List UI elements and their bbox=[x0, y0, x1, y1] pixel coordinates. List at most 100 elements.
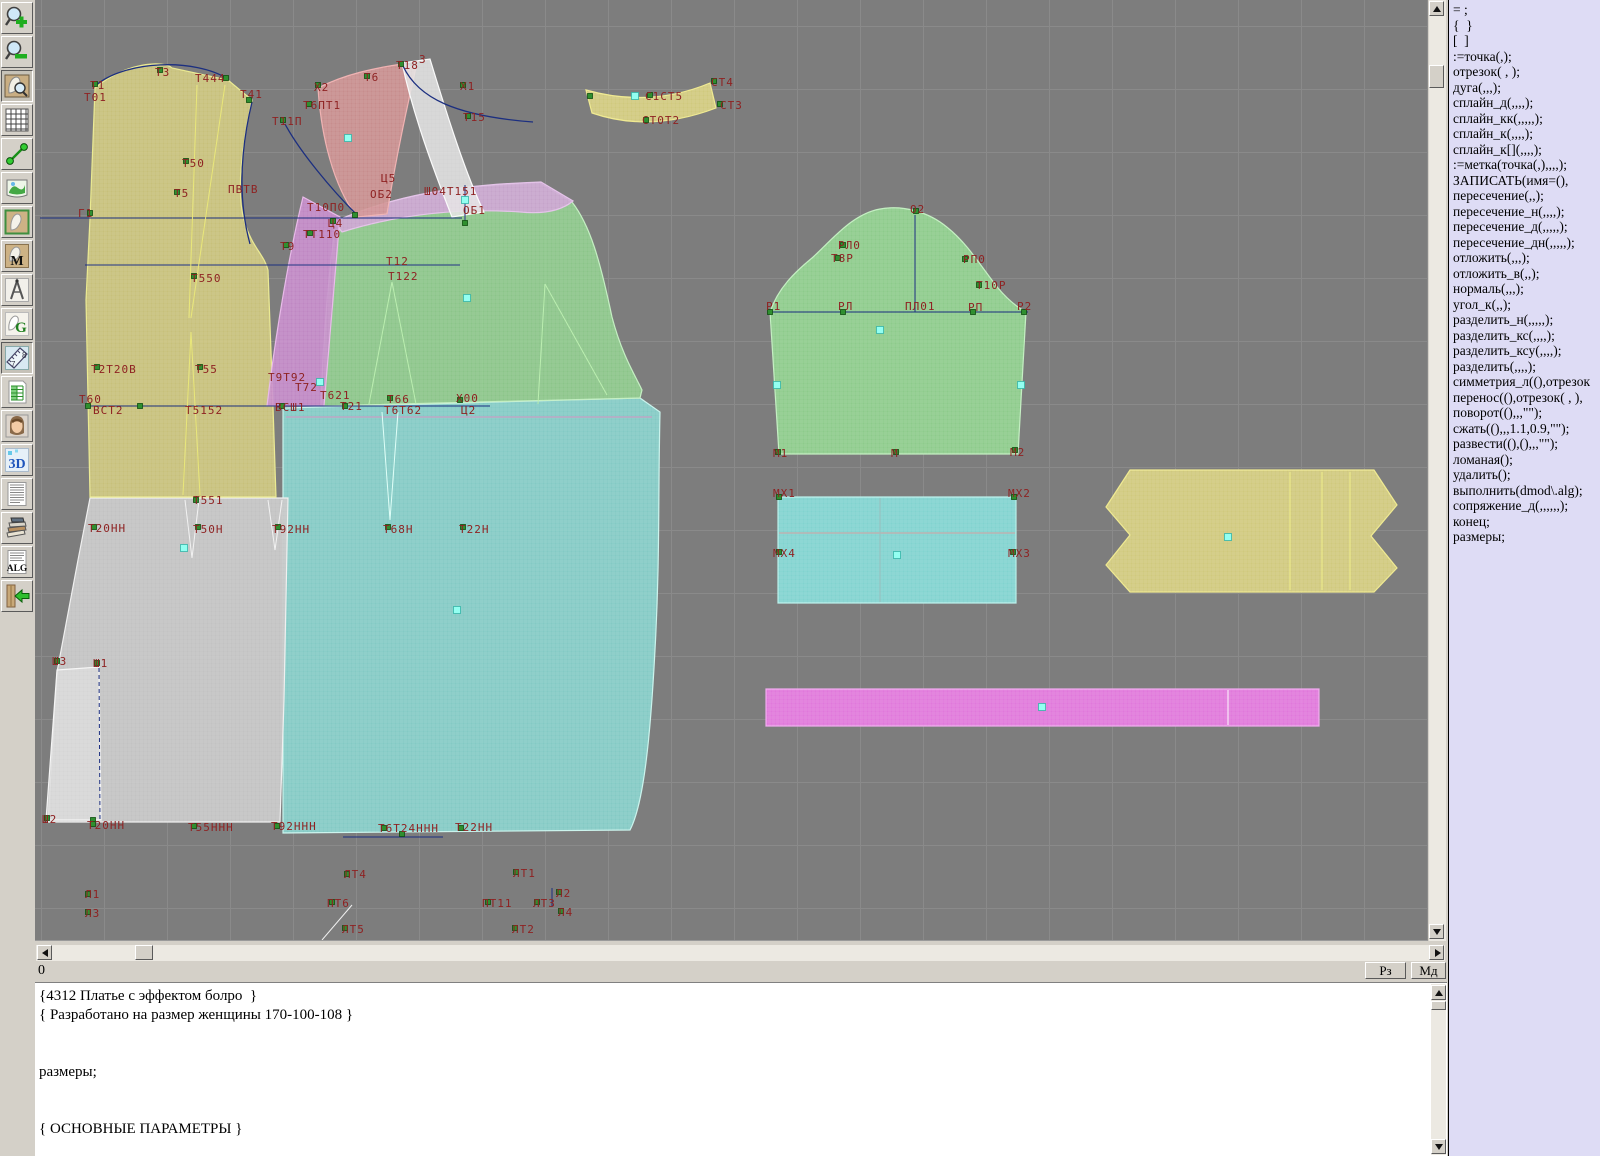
md-button[interactable]: Мд bbox=[1411, 962, 1446, 979]
document-button[interactable] bbox=[1, 478, 33, 510]
console-scroll-up-button[interactable] bbox=[1431, 985, 1446, 1000]
highlight-marker[interactable] bbox=[345, 135, 352, 142]
image-preview-button[interactable] bbox=[1, 172, 33, 204]
fit-view-button[interactable] bbox=[1, 70, 33, 102]
piece-texture bbox=[770, 208, 1026, 454]
point-label: Т10Р bbox=[976, 279, 1007, 292]
point-label: МХ1 bbox=[773, 487, 796, 500]
zoom-out-button[interactable] bbox=[1, 36, 33, 68]
highlight-marker[interactable] bbox=[1039, 704, 1046, 711]
point-label: Т12 bbox=[386, 255, 409, 268]
segment-tool-icon bbox=[4, 141, 30, 167]
point-label: Т122 bbox=[388, 270, 419, 283]
point-label: Л2 bbox=[556, 887, 571, 900]
scroll-left-button[interactable] bbox=[37, 945, 52, 960]
point-label: Т11П bbox=[272, 115, 303, 128]
point-label: Т15 bbox=[463, 111, 486, 124]
exit-button[interactable] bbox=[1, 580, 33, 612]
table-button[interactable] bbox=[1, 376, 33, 408]
console-text[interactable]: {4312 Платье с эффектом болро } { Разраб… bbox=[34, 983, 1447, 1139]
point-label: ОБ2 bbox=[370, 188, 393, 201]
scroll-up-icon bbox=[1433, 6, 1441, 12]
highlight-marker[interactable] bbox=[464, 295, 471, 302]
icon-letters-3d: 3D bbox=[8, 457, 25, 472]
point-label: Т550 bbox=[191, 272, 222, 285]
highlight-marker[interactable] bbox=[454, 607, 461, 614]
highlight-marker[interactable] bbox=[1225, 534, 1232, 541]
algorithm-console[interactable]: {4312 Платье с эффектом болро } { Разраб… bbox=[33, 982, 1447, 1156]
highlight-marker[interactable] bbox=[1018, 382, 1025, 389]
point-label: Р2 bbox=[1017, 300, 1032, 313]
point-label: Т6Т62 bbox=[384, 404, 422, 417]
vertical-scroll-thumb[interactable] bbox=[1429, 65, 1444, 88]
books-icon bbox=[4, 515, 30, 541]
canvas-vertical-scrollbar[interactable] bbox=[1429, 0, 1446, 941]
pattern-g-button[interactable]: G bbox=[1, 308, 33, 340]
segment-tool-button[interactable] bbox=[1, 138, 33, 170]
app-window: M G 7 8 bbox=[0, 0, 1600, 1156]
canvas-horizontal-scrollbar[interactable] bbox=[36, 945, 1445, 961]
pattern-canvas-svg: Т1Т01Т3Т444Т41Т50Т5ПВТВГ1Т550Т2Т20ВТ55Т6… bbox=[35, 0, 1428, 940]
books-button[interactable] bbox=[1, 512, 33, 544]
left-toolbar: M G 7 8 bbox=[0, 0, 35, 1156]
point-label: Т68Н bbox=[383, 523, 414, 536]
pattern-m-button[interactable]: M bbox=[1, 240, 33, 272]
point-label: Т50Н bbox=[193, 523, 224, 536]
status-row: 0 Рз Мд bbox=[35, 961, 1447, 981]
point-label: ЛТ3 bbox=[533, 897, 556, 910]
point-label: Р1 bbox=[766, 300, 781, 313]
scroll-down-button[interactable] bbox=[1429, 924, 1444, 939]
pattern-frame-button[interactable] bbox=[1, 206, 33, 238]
scroll-right-button[interactable] bbox=[1429, 945, 1444, 960]
threed-button[interactable]: 3D bbox=[1, 444, 33, 476]
console-scroll-down-button[interactable] bbox=[1431, 1139, 1446, 1154]
highlight-marker[interactable] bbox=[774, 382, 781, 389]
point-marker[interactable] bbox=[463, 221, 468, 226]
zoom-in-icon bbox=[4, 5, 30, 31]
pattern-m-icon: M bbox=[4, 243, 30, 269]
point-label: РЛ bbox=[838, 300, 853, 313]
horizontal-scroll-thumb[interactable] bbox=[135, 945, 153, 960]
point-label: ТТ110 bbox=[303, 228, 341, 241]
command-list-panel[interactable]: = ; { } [ ] :=точка(,); отрезок( , ); ду… bbox=[1448, 0, 1600, 1156]
point-label: Т10П0 bbox=[307, 201, 345, 214]
drawing-canvas[interactable]: Т1Т01Т3Т444Т41Т50Т5ПВТВГ1Т550Т2Т20ВТ55Т6… bbox=[35, 0, 1428, 941]
zoom-in-button[interactable] bbox=[1, 2, 33, 34]
point-marker[interactable] bbox=[138, 404, 143, 409]
highlight-marker[interactable] bbox=[181, 545, 188, 552]
piece-texture bbox=[86, 64, 276, 497]
highlight-marker[interactable] bbox=[632, 93, 639, 100]
point-label: МХ3 bbox=[1008, 547, 1031, 560]
point-label: МХ2 bbox=[1008, 487, 1031, 500]
grid-button[interactable] bbox=[1, 104, 33, 136]
icon-letter-g: G bbox=[15, 320, 27, 336]
alg-button[interactable]: ALG bbox=[1, 546, 33, 578]
fit-view-icon bbox=[4, 73, 30, 99]
point-label: Т5 bbox=[174, 187, 189, 200]
point-label: Т444 bbox=[195, 72, 226, 85]
point-label: ПТ6 bbox=[327, 897, 350, 910]
ruler-button[interactable]: 7 8 bbox=[1, 342, 33, 374]
piece-texture bbox=[778, 497, 1016, 603]
point-label: Т01 bbox=[84, 91, 107, 104]
piece-texture bbox=[46, 667, 101, 820]
console-scroll-thumb[interactable] bbox=[1431, 1001, 1446, 1010]
scroll-up-button[interactable] bbox=[1429, 1, 1444, 16]
command-list-text[interactable]: = ; { } [ ] :=точка(,); отрезок( , ); ду… bbox=[1449, 0, 1600, 545]
point-label: ВСШ1 bbox=[275, 401, 306, 414]
portrait-button[interactable] bbox=[1, 410, 33, 442]
console-scrollbar[interactable] bbox=[1431, 984, 1446, 1155]
point-label: СТ3 bbox=[720, 99, 743, 112]
point-label: ЛТ5 bbox=[342, 923, 365, 936]
highlight-marker[interactable] bbox=[877, 327, 884, 334]
point-label: Ш2 bbox=[42, 813, 57, 826]
point-marker[interactable] bbox=[588, 94, 593, 99]
point-label: Т8Р bbox=[831, 252, 854, 265]
rz-button[interactable]: Рз bbox=[1365, 962, 1406, 979]
compass-button[interactable] bbox=[1, 274, 33, 306]
threed-icon: 3D bbox=[4, 447, 30, 473]
table-icon bbox=[4, 379, 30, 405]
highlight-marker[interactable] bbox=[894, 552, 901, 559]
point-marker[interactable] bbox=[353, 213, 358, 218]
scroll-down-icon bbox=[1433, 929, 1441, 935]
